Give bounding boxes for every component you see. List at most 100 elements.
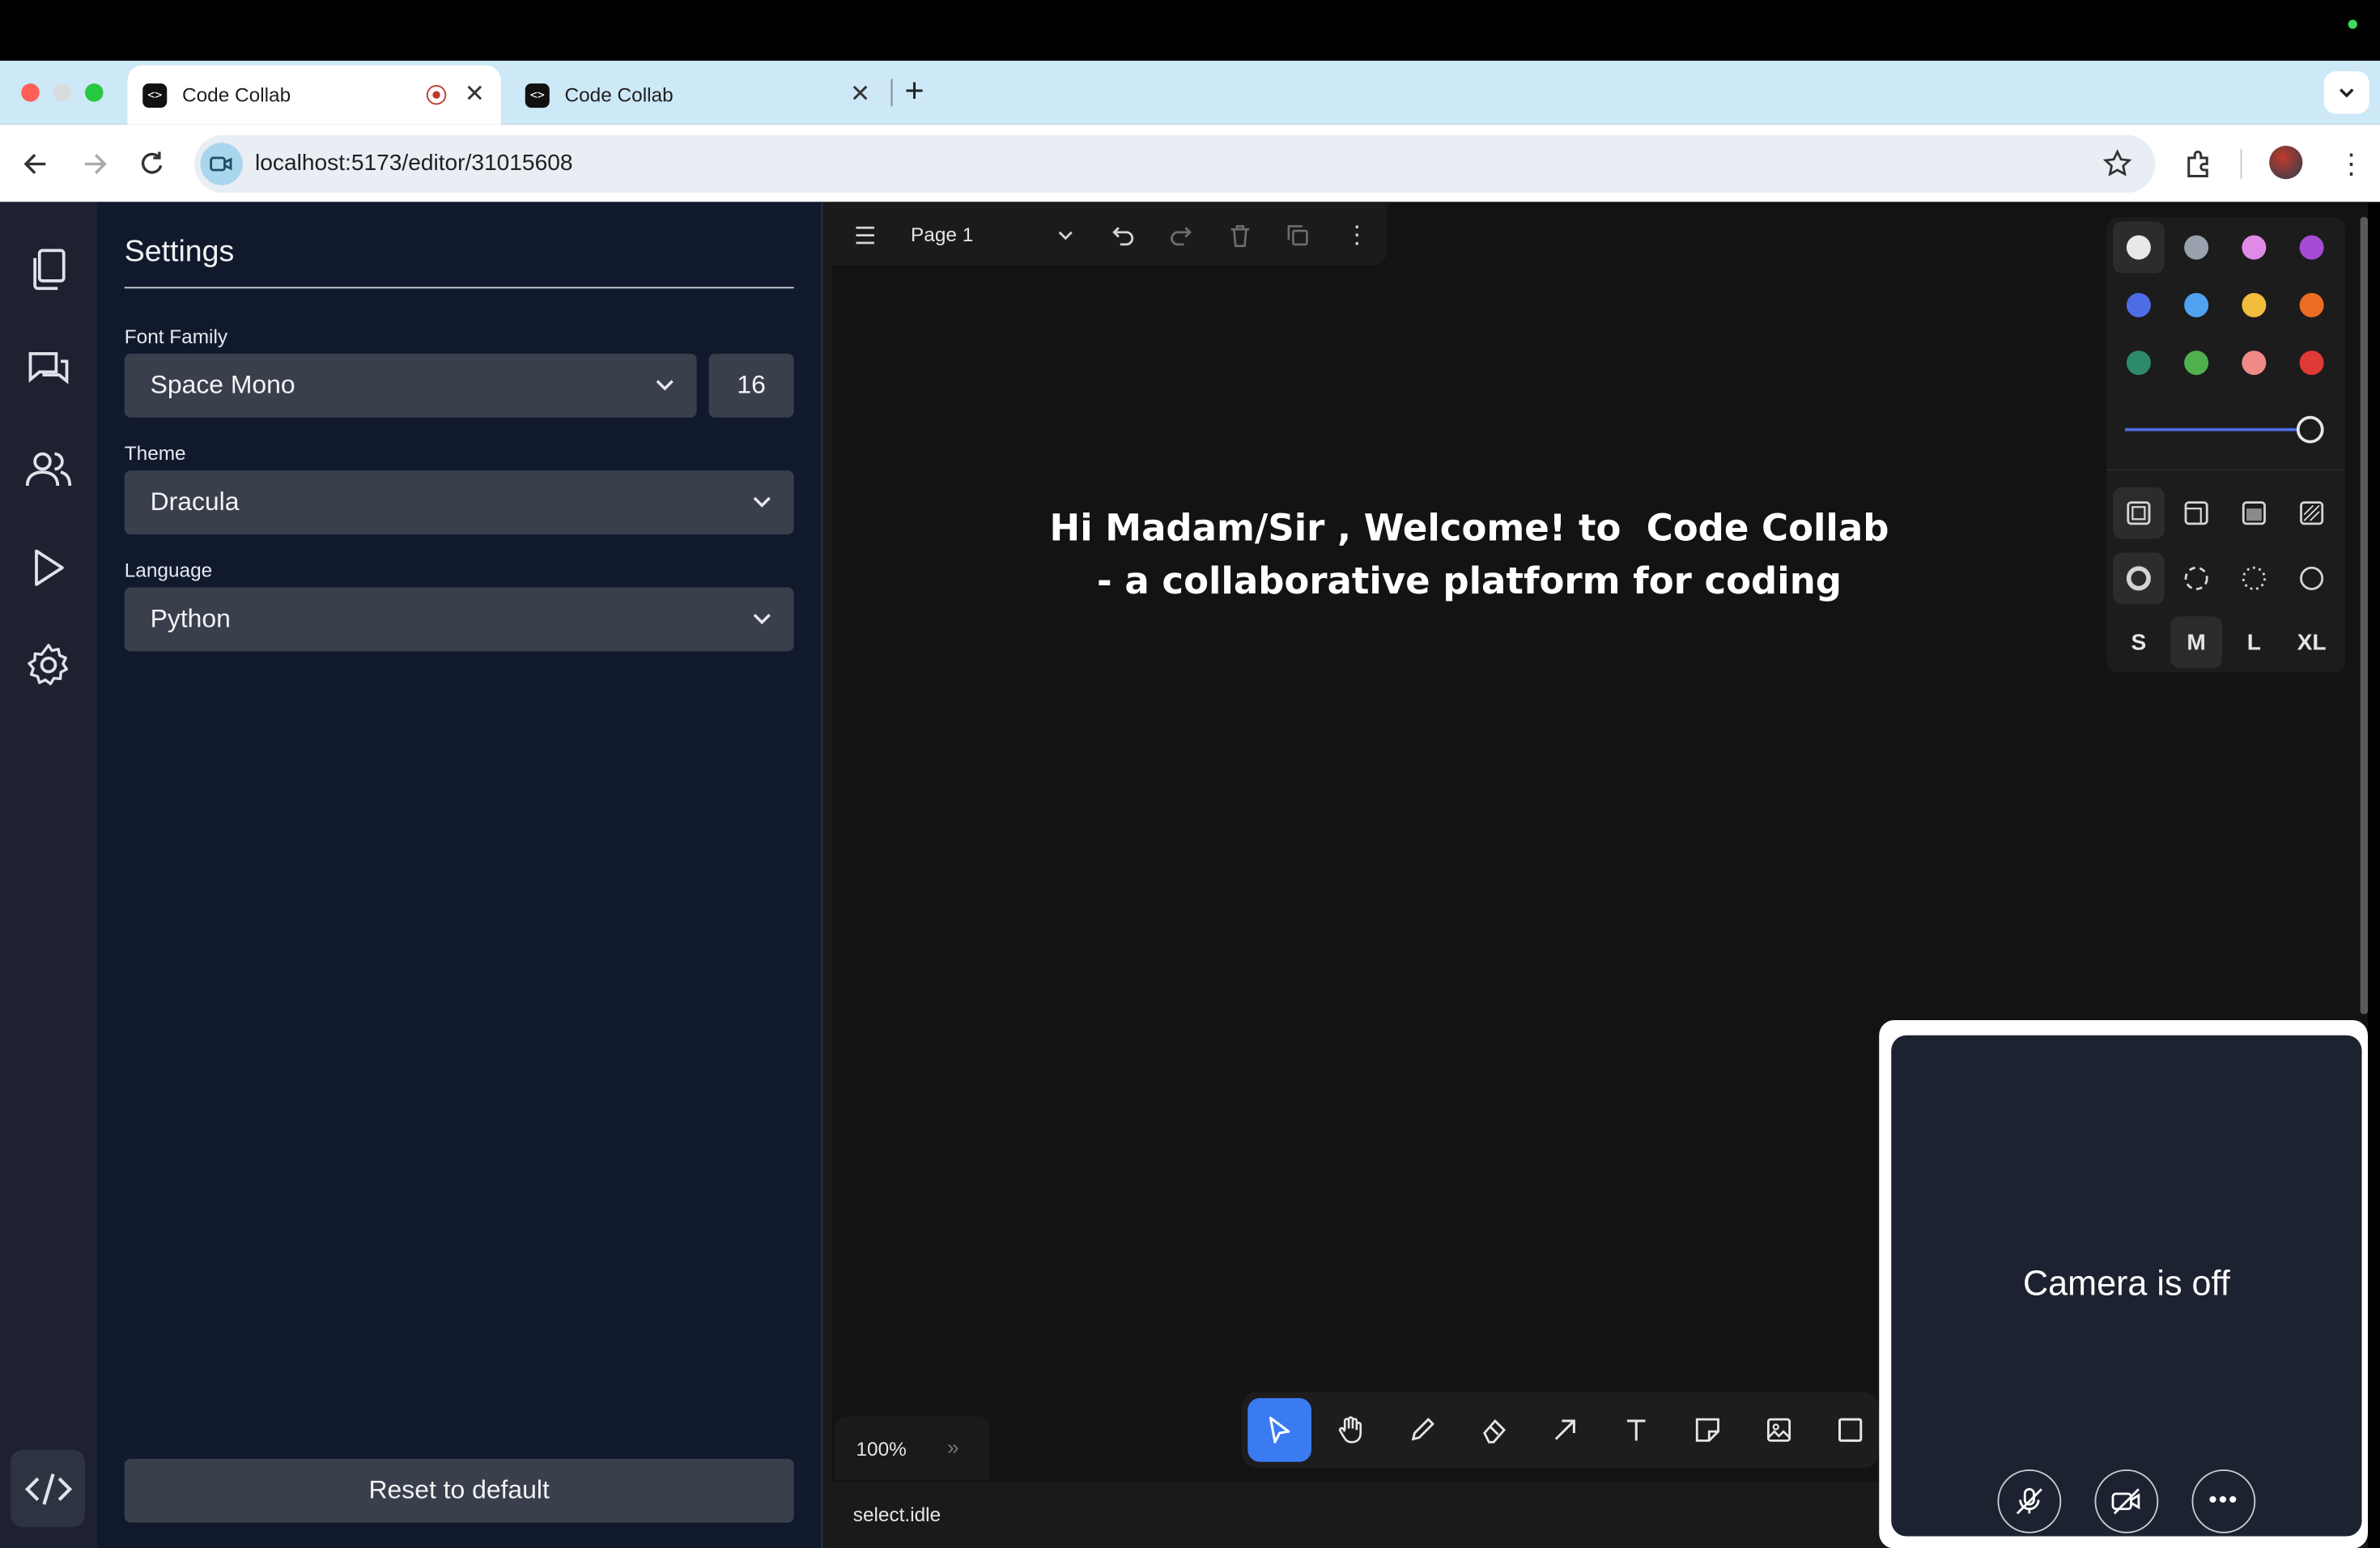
color-swatch-yellow[interactable] <box>2229 279 2280 331</box>
theme-value: Dracula <box>150 487 240 517</box>
size-xl-button[interactable]: XL <box>2286 616 2338 668</box>
page-chevron-down-icon[interactable] <box>1051 220 1082 251</box>
browser-tab-1[interactable]: <> Code Collab ✕ <box>127 65 501 125</box>
new-tab-button[interactable]: + <box>905 72 924 109</box>
eraser-icon <box>1483 1418 1507 1444</box>
profile-avatar[interactable] <box>2269 146 2303 180</box>
image-tool-button[interactable] <box>1747 1398 1811 1462</box>
camera-indicator-icon[interactable] <box>200 142 243 185</box>
fill-semi-icon[interactable] <box>2170 487 2222 539</box>
files-icon[interactable] <box>21 243 76 298</box>
chat-icon[interactable] <box>21 342 76 397</box>
welcome-line-2: - a collaborative platform for coding <box>1097 559 1842 603</box>
draw-tool-button[interactable] <box>1391 1398 1455 1462</box>
rectangle-icon <box>1838 1418 1863 1442</box>
eraser-tool-button[interactable] <box>1462 1398 1526 1462</box>
settings-panel: Settings Font Family Space Mono 16 Theme… <box>97 202 823 1548</box>
bookmark-star-icon[interactable] <box>2102 149 2133 180</box>
page-name[interactable]: Page 1 <box>911 223 973 246</box>
opacity-slider-thumb[interactable] <box>2296 415 2324 444</box>
redo-icon[interactable] <box>1166 220 1196 251</box>
color-dot <box>2184 292 2209 317</box>
reload-icon[interactable] <box>137 149 168 180</box>
undo-icon[interactable] <box>1108 220 1139 251</box>
welcome-text[interactable]: Hi Madam/Sir , Welcome! to Code Collab -… <box>999 503 1940 609</box>
note-tool-button[interactable] <box>1676 1398 1740 1462</box>
tab-search-button[interactable] <box>2323 71 2369 114</box>
color-swatch-red[interactable] <box>2286 337 2338 389</box>
mute-mic-button[interactable] <box>1997 1469 2062 1533</box>
hand-tool-button[interactable] <box>1319 1398 1383 1462</box>
duplicate-icon[interactable] <box>1282 220 1313 251</box>
color-swatch-light-blue[interactable] <box>2170 279 2222 331</box>
code-editor-button[interactable] <box>11 1449 85 1528</box>
color-swatch-orange[interactable] <box>2286 279 2338 331</box>
color-dot <box>2126 292 2151 317</box>
size-l-button[interactable]: L <box>2229 616 2280 668</box>
close-tab-icon[interactable]: ✕ <box>465 79 485 110</box>
arrow-tool-button[interactable] <box>1533 1398 1597 1462</box>
run-icon[interactable] <box>21 541 76 596</box>
browser-menu-button[interactable]: ⋮ <box>2338 149 2365 180</box>
color-dot <box>2242 235 2267 260</box>
color-swatch-violet[interactable] <box>2286 222 2338 274</box>
fill-pattern-icon[interactable] <box>2286 487 2338 539</box>
theme-label: Theme <box>124 441 186 465</box>
color-swatch-white[interactable] <box>2113 221 2165 274</box>
panel-divider <box>2106 469 2345 471</box>
users-icon[interactable] <box>21 442 76 497</box>
theme-select[interactable]: Dracula <box>124 470 794 534</box>
back-arrow-icon[interactable] <box>21 149 52 180</box>
dash-dashed-icon[interactable] <box>2170 553 2222 605</box>
minimize-window-button[interactable] <box>53 83 72 102</box>
toolbar-divider <box>2240 148 2242 180</box>
fill-solid-icon[interactable] <box>2229 487 2280 539</box>
color-dot <box>2126 351 2151 376</box>
color-swatch-grey[interactable] <box>2170 222 2222 274</box>
chevron-down-icon <box>753 614 771 625</box>
extensions-icon[interactable] <box>2182 147 2216 181</box>
font-family-select[interactable]: Space Mono <box>124 353 697 418</box>
dash-dotted-icon[interactable] <box>2229 553 2280 605</box>
url-text: localhost:5173/editor/31015608 <box>255 150 573 176</box>
canvas-scrollbar[interactable] <box>2360 217 2368 1014</box>
trash-icon[interactable] <box>1225 220 1256 251</box>
forward-arrow-icon[interactable] <box>79 149 110 180</box>
browser-tab-2[interactable]: <> Code Collab ✕ <box>513 66 886 125</box>
dash-draw-icon[interactable] <box>2113 552 2165 605</box>
color-swatch-light-green[interactable] <box>2170 337 2222 389</box>
hand-icon <box>1338 1416 1362 1444</box>
font-size-input[interactable]: 16 <box>708 353 794 418</box>
more-call-options-button[interactable]: ••• <box>2191 1469 2256 1533</box>
expand-minimap-icon[interactable]: » <box>947 1435 959 1459</box>
opacity-slider[interactable] <box>2125 415 2326 445</box>
panel-resizer[interactable] <box>822 202 832 1548</box>
color-swatch-green[interactable] <box>2113 337 2165 389</box>
close-window-button[interactable] <box>21 83 40 102</box>
rectangle-tool-button[interactable] <box>1818 1398 1882 1462</box>
pencil-icon <box>1411 1418 1434 1441</box>
language-select[interactable]: Python <box>124 587 794 652</box>
color-swatch-blue[interactable] <box>2113 279 2165 331</box>
close-tab-icon[interactable]: ✕ <box>850 79 870 110</box>
fill-none-icon[interactable] <box>2113 487 2165 539</box>
color-swatch-light-red[interactable] <box>2229 337 2280 389</box>
camera-off-icon <box>2111 1488 2140 1515</box>
style-panel: S M L XL <box>2106 217 2345 673</box>
dash-solid-icon[interactable] <box>2286 553 2338 605</box>
reset-default-button[interactable]: Reset to default <box>124 1458 794 1523</box>
hamburger-menu-icon[interactable] <box>850 220 881 251</box>
settings-gear-icon[interactable] <box>21 638 76 693</box>
more-options-icon[interactable]: ⋮ <box>1342 220 1373 251</box>
size-m-button[interactable]: M <box>2170 616 2222 668</box>
address-bar[interactable]: localhost:5173/editor/31015608 <box>194 134 2156 194</box>
size-s-button[interactable]: S <box>2113 616 2165 668</box>
color-dot <box>2184 351 2209 376</box>
select-tool-button[interactable] <box>1247 1397 1311 1462</box>
color-swatch-light-violet[interactable] <box>2229 222 2280 274</box>
maximize-window-button[interactable] <box>85 83 104 102</box>
screen: <> Code Collab ✕ <> Code Collab ✕ + loca… <box>0 0 2380 1548</box>
text-tool-button[interactable] <box>1604 1398 1668 1462</box>
camera-toggle-button[interactable] <box>2094 1469 2159 1533</box>
zoom-level[interactable]: 100% <box>856 1438 907 1461</box>
